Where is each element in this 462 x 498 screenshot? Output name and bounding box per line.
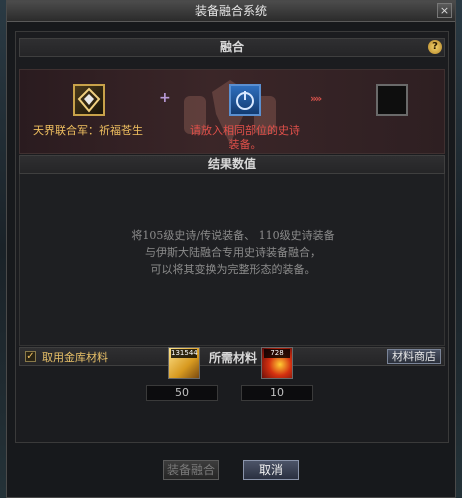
material-gold-crystal[interactable]: 131544 bbox=[168, 347, 200, 379]
equipment-slot-1[interactable] bbox=[73, 84, 105, 116]
main-panel: 融合 ? + »» 天界联合军：祈福苍生 请放入相同部位的史诗装备。 结果数值 … bbox=[15, 31, 449, 443]
epic-armor-icon bbox=[77, 87, 101, 113]
cancel-button[interactable]: 取消 bbox=[243, 460, 299, 480]
empty-slot-power-icon bbox=[236, 91, 254, 110]
fusion-header: 融合 ? bbox=[19, 38, 445, 57]
material-owned-count: 131544 bbox=[171, 349, 198, 358]
description-line: 将105级史诗/传说装备、 110级史诗装备 bbox=[131, 229, 335, 242]
plus-sign: + bbox=[159, 90, 171, 106]
window-title: 装备融合系统 bbox=[194, 4, 267, 18]
result-description: 将105级史诗/传说装备、 110级史诗装备 与伊斯大陆融合专用史诗装备融合， … bbox=[20, 227, 446, 278]
slot1-item-name: 天界联合军：祈福苍生 bbox=[33, 124, 143, 137]
material-fire-orb[interactable]: 728 bbox=[261, 347, 293, 379]
use-vault-label[interactable]: 取用金库材料 bbox=[42, 349, 108, 365]
use-vault-checkbox[interactable]: ✓ bbox=[25, 351, 36, 362]
material-required-qty: 10 bbox=[241, 385, 313, 401]
fusion-title: 融合 bbox=[219, 40, 244, 54]
fusion-area: + »» 天界联合军：祈福苍生 请放入相同部位的史诗装备。 bbox=[19, 69, 445, 154]
required-materials-bar: ✓ 取用金库材料 所需材料 材料商店 bbox=[19, 347, 445, 366]
arrow-sign: »» bbox=[310, 92, 322, 105]
description-line: 与伊斯大陆融合专用史诗装备融合， bbox=[145, 246, 321, 259]
close-button[interactable]: × bbox=[437, 3, 452, 18]
result-slot[interactable] bbox=[376, 84, 408, 116]
result-header: 结果数值 bbox=[19, 155, 445, 174]
slot2-hint: 请放入相同部位的史诗装备。 bbox=[190, 124, 300, 151]
material-shop-button[interactable]: 材料商店 bbox=[387, 349, 441, 364]
fusion-window: 装备融合系统 × 融合 ? + »» 天界联合军：祈福苍生 请放入相同部位的史诗… bbox=[6, 0, 456, 498]
material-required-qty: 50 bbox=[146, 385, 218, 401]
result-title: 结果数值 bbox=[207, 157, 256, 171]
help-icon[interactable]: ? bbox=[428, 40, 442, 54]
material-owned-count: 728 bbox=[264, 349, 290, 358]
equipment-slot-2[interactable] bbox=[229, 84, 261, 116]
fuse-equipment-button[interactable]: 装备融合 bbox=[163, 460, 219, 480]
result-area: 将105级史诗/传说装备、 110级史诗装备 与伊斯大陆融合专用史诗装备融合， … bbox=[19, 174, 445, 346]
window-titlebar[interactable]: 装备融合系统 × bbox=[7, 1, 455, 22]
description-line: 可以将其变换为完整形态的装备。 bbox=[150, 263, 316, 276]
